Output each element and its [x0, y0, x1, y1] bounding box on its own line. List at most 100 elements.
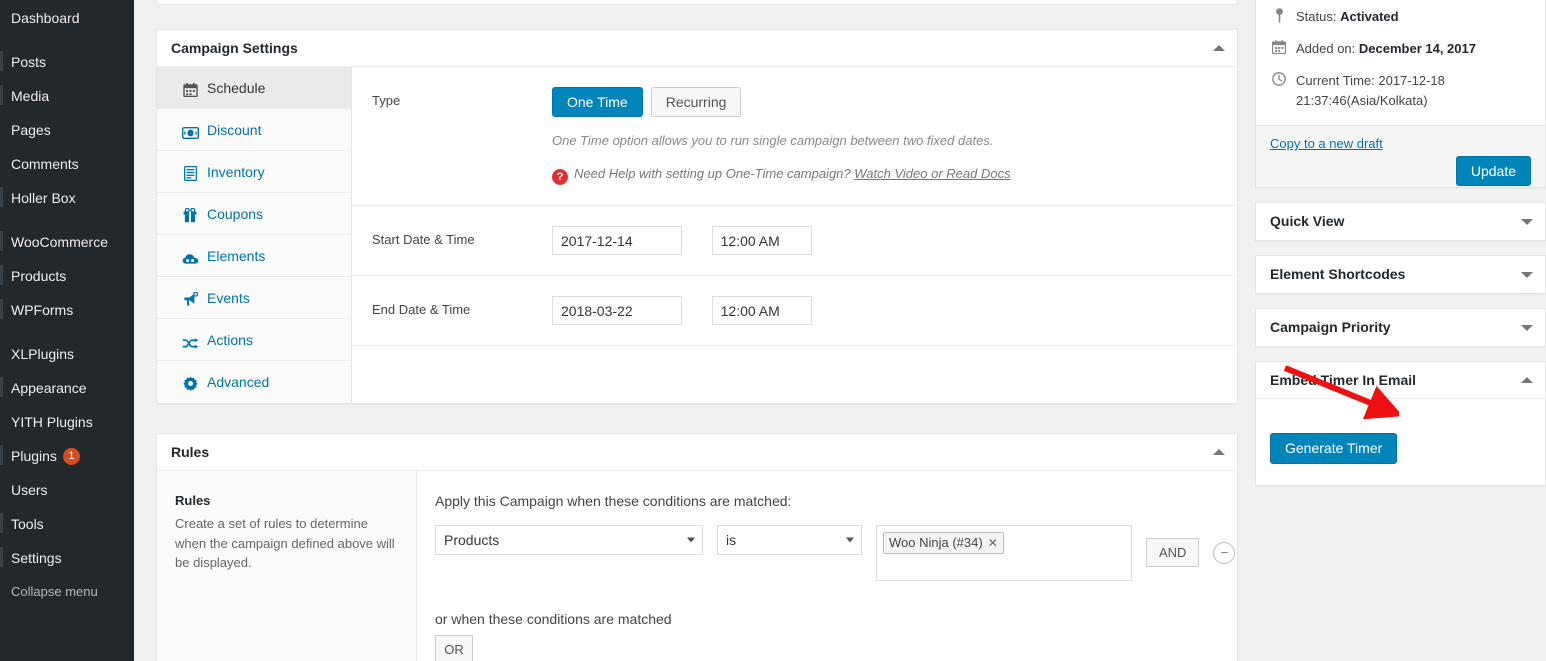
- sidebar-item-label: Appearance: [11, 380, 87, 397]
- remove-condition-button[interactable]: −: [1213, 542, 1236, 564]
- tab-label: Inventory: [207, 164, 265, 180]
- status-line-added: Added on: December 14, 2017: [1270, 39, 1531, 59]
- sidebar-item-yith-plugins[interactable]: YITH Plugins: [0, 404, 134, 438]
- sidebar-item-label: Tools: [11, 516, 44, 533]
- watch-video-link[interactable]: Watch Video or Read Docs: [854, 166, 1010, 181]
- copy-to-new-draft-link[interactable]: Copy to a new draft: [1270, 136, 1383, 151]
- tab-label: Actions: [207, 332, 253, 348]
- sidebar-item-woocommerce[interactable]: WooCommerce: [0, 224, 134, 258]
- tab-events[interactable]: Events: [157, 277, 351, 319]
- sidebar-item-plugins[interactable]: Plugins 1: [0, 438, 134, 472]
- campaign-priority-panel: Campaign Priority: [1255, 308, 1546, 347]
- tab-label: Elements: [207, 248, 266, 264]
- campaign-priority-expand-icon[interactable]: [1521, 324, 1533, 331]
- type-helper-text: One Time option allows you to run single…: [552, 133, 994, 148]
- tab-coupons[interactable]: Coupons: [157, 193, 351, 235]
- added-label: Added on:: [1296, 41, 1359, 56]
- type-label: Type: [372, 93, 401, 108]
- sidebar-item-label: Dashboard: [11, 10, 80, 27]
- sidebar-item-label: WPForms: [11, 302, 74, 319]
- status-value: Activated: [1340, 9, 1399, 24]
- calendar-icon: [181, 68, 199, 110]
- update-button[interactable]: Update: [1455, 156, 1531, 186]
- sidebar-item-label: Posts: [11, 54, 47, 71]
- sidebar-item-dashboard[interactable]: Dashboard: [0, 0, 134, 34]
- collapse-menu-button[interactable]: Collapse menu: [0, 574, 134, 608]
- quick-view-header[interactable]: Quick View: [1256, 203, 1545, 240]
- sidebar-separator: [0, 214, 134, 224]
- sidebar-column: Status: Activated Added on: December 14,…: [1255, 0, 1546, 486]
- or-intro-text: or when these conditions are matched: [435, 611, 672, 627]
- sidebar-item-wpforms[interactable]: WPForms: [0, 292, 134, 326]
- element-shortcodes-expand-icon[interactable]: [1521, 271, 1533, 278]
- embed-timer-header[interactable]: Embed Timer In Email: [1256, 362, 1545, 399]
- campaign-settings-panel: Campaign Settings Schedule Discount Invent…: [156, 29, 1238, 404]
- status-label: Status:: [1296, 9, 1341, 24]
- sidebar-item-appearance[interactable]: Appearance: [0, 370, 134, 404]
- tab-inventory[interactable]: Inventory: [157, 151, 351, 193]
- campaign-settings-header[interactable]: Campaign Settings: [157, 30, 1237, 67]
- generate-timer-button[interactable]: Generate Timer: [1270, 433, 1398, 464]
- rule-value-tokenfield[interactable]: Woo Ninja (#34) ✕: [876, 525, 1132, 581]
- tab-elements[interactable]: Elements: [157, 235, 351, 277]
- tab-schedule[interactable]: Schedule: [157, 67, 351, 109]
- sidebar-item-pages[interactable]: Pages: [0, 112, 134, 146]
- campaign-priority-header[interactable]: Campaign Priority: [1256, 309, 1545, 346]
- tab-discount[interactable]: Discount: [157, 109, 351, 151]
- wp-admin-screen: Dashboard Posts Media Pages Comments Holler B…: [0, 0, 1546, 661]
- or-button[interactable]: OR: [435, 635, 473, 661]
- sidebar-item-holler-box[interactable]: Holler Box: [0, 180, 134, 214]
- sidebar-item-label: Comments: [11, 156, 79, 173]
- tab-label: Coupons: [207, 206, 264, 222]
- sidebar-separator: [0, 34, 134, 44]
- sidebar-item-posts[interactable]: Posts: [0, 44, 134, 78]
- end-time-input[interactable]: [711, 296, 812, 325]
- start-date-row: Start Date & Time: [352, 206, 1237, 276]
- campaign-settings-collapse-icon[interactable]: [1213, 45, 1225, 51]
- sidebar-item-users[interactable]: Users: [0, 472, 134, 506]
- tab-label: Advanced: [207, 374, 270, 390]
- tab-label: Events: [207, 290, 250, 306]
- sidebar-item-media[interactable]: Media: [0, 78, 134, 112]
- campaign-settings-title: Campaign Settings: [171, 40, 298, 56]
- sidebar-item-label: Pages: [11, 122, 51, 139]
- element-shortcodes-header[interactable]: Element Shortcodes: [1256, 256, 1545, 293]
- sidebar-item-settings[interactable]: Settings: [0, 540, 134, 574]
- rule-operator-select[interactable]: is: [717, 525, 862, 555]
- sidebar-item-products[interactable]: Products: [0, 258, 134, 292]
- clock-icon: [1270, 72, 1288, 92]
- rules-header[interactable]: Rules: [157, 434, 1237, 471]
- chevron-down-icon: [687, 537, 695, 543]
- one-time-button[interactable]: One Time: [552, 87, 643, 117]
- status-line-current-time: Current Time: 2017-12-18 21:37:46(Asia/K…: [1270, 71, 1531, 111]
- recurring-button[interactable]: Recurring: [650, 87, 742, 117]
- start-date-input[interactable]: [552, 226, 682, 255]
- sidebar-item-tools[interactable]: Tools: [0, 506, 134, 540]
- rule-operator-value: is: [726, 532, 737, 548]
- rules-collapse-icon[interactable]: [1213, 449, 1225, 455]
- partial-panel-above: [156, 0, 1238, 5]
- status-actions: Copy to a new draft Update: [1256, 125, 1545, 187]
- end-date-row: End Date & Time: [352, 276, 1237, 346]
- rule-subject-value: Products: [444, 532, 500, 548]
- status-panel: Status: Activated Added on: December 14,…: [1255, 0, 1546, 188]
- tab-actions[interactable]: Actions: [157, 319, 351, 361]
- rule-condition-row: Products is Woo Ninja (#34) ✕ AND −: [435, 525, 1236, 581]
- rules-builder-column: Apply this Campaign when these condition…: [417, 471, 1253, 661]
- status-line-status: Status: Activated: [1270, 7, 1531, 27]
- quick-view-expand-icon[interactable]: [1521, 218, 1533, 225]
- tab-label: Schedule: [207, 80, 266, 96]
- sidebar-item-xlplugins[interactable]: XLPlugins: [0, 336, 134, 370]
- and-button[interactable]: AND: [1146, 538, 1200, 567]
- rule-subject-select[interactable]: Products: [435, 525, 703, 555]
- sidebar-item-comments[interactable]: Comments: [0, 146, 134, 180]
- woocommerce-icon: [0, 231, 3, 251]
- start-time-input[interactable]: [711, 226, 812, 255]
- sidebar-item-label: Settings: [11, 550, 62, 567]
- campaign-priority-title: Campaign Priority: [1270, 319, 1391, 335]
- end-date-input[interactable]: [552, 296, 682, 325]
- start-date-label: Start Date & Time: [372, 232, 475, 247]
- embed-timer-collapse-icon[interactable]: [1521, 377, 1533, 383]
- remove-tag-icon[interactable]: ✕: [988, 536, 998, 550]
- tab-advanced[interactable]: Advanced: [157, 361, 351, 403]
